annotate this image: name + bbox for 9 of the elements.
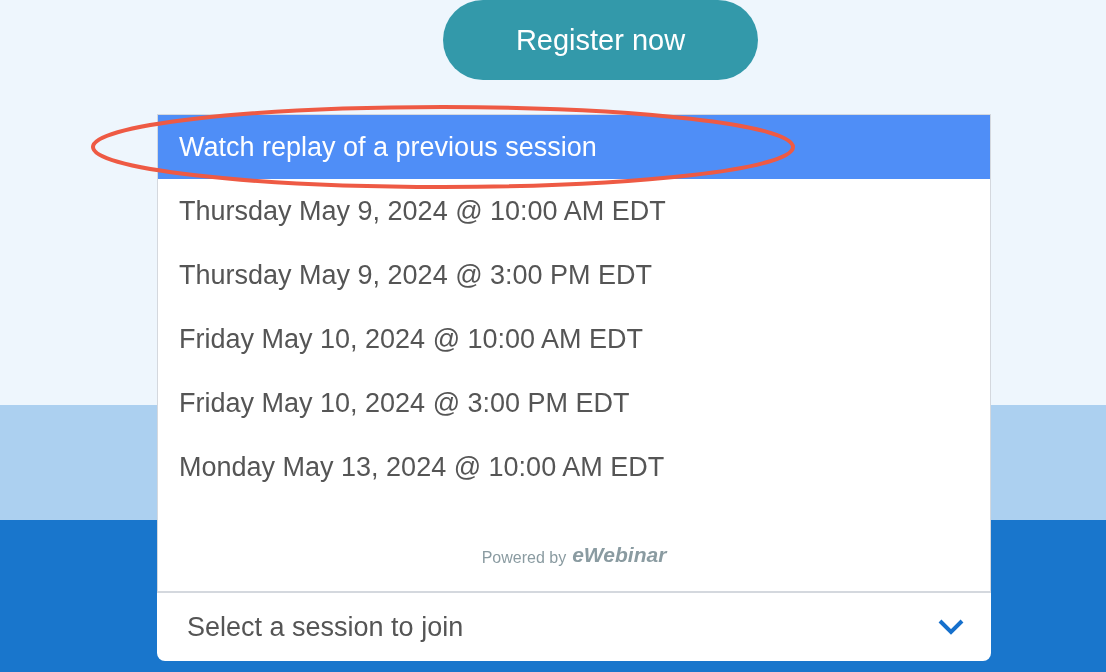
dropdown-option[interactable]: Friday May 10, 2024 @ 3:00 PM EDT xyxy=(158,371,990,435)
dropdown-option[interactable]: Monday May 13, 2024 @ 10:00 AM EDT xyxy=(158,435,990,499)
brand-logo: eWebinar xyxy=(572,543,667,567)
powered-by-text: Powered by xyxy=(481,549,567,567)
chevron-down-icon xyxy=(937,618,965,636)
dropdown-option[interactable]: Thursday May 9, 2024 @ 10:00 AM EDT xyxy=(158,179,990,243)
session-select[interactable]: Select a session to join xyxy=(157,591,991,661)
dropdown-option[interactable]: Thursday May 9, 2024 @ 3:00 PM EDT xyxy=(158,243,990,307)
dropdown-option[interactable]: Friday May 10, 2024 @ 10:00 AM EDT xyxy=(158,307,990,371)
